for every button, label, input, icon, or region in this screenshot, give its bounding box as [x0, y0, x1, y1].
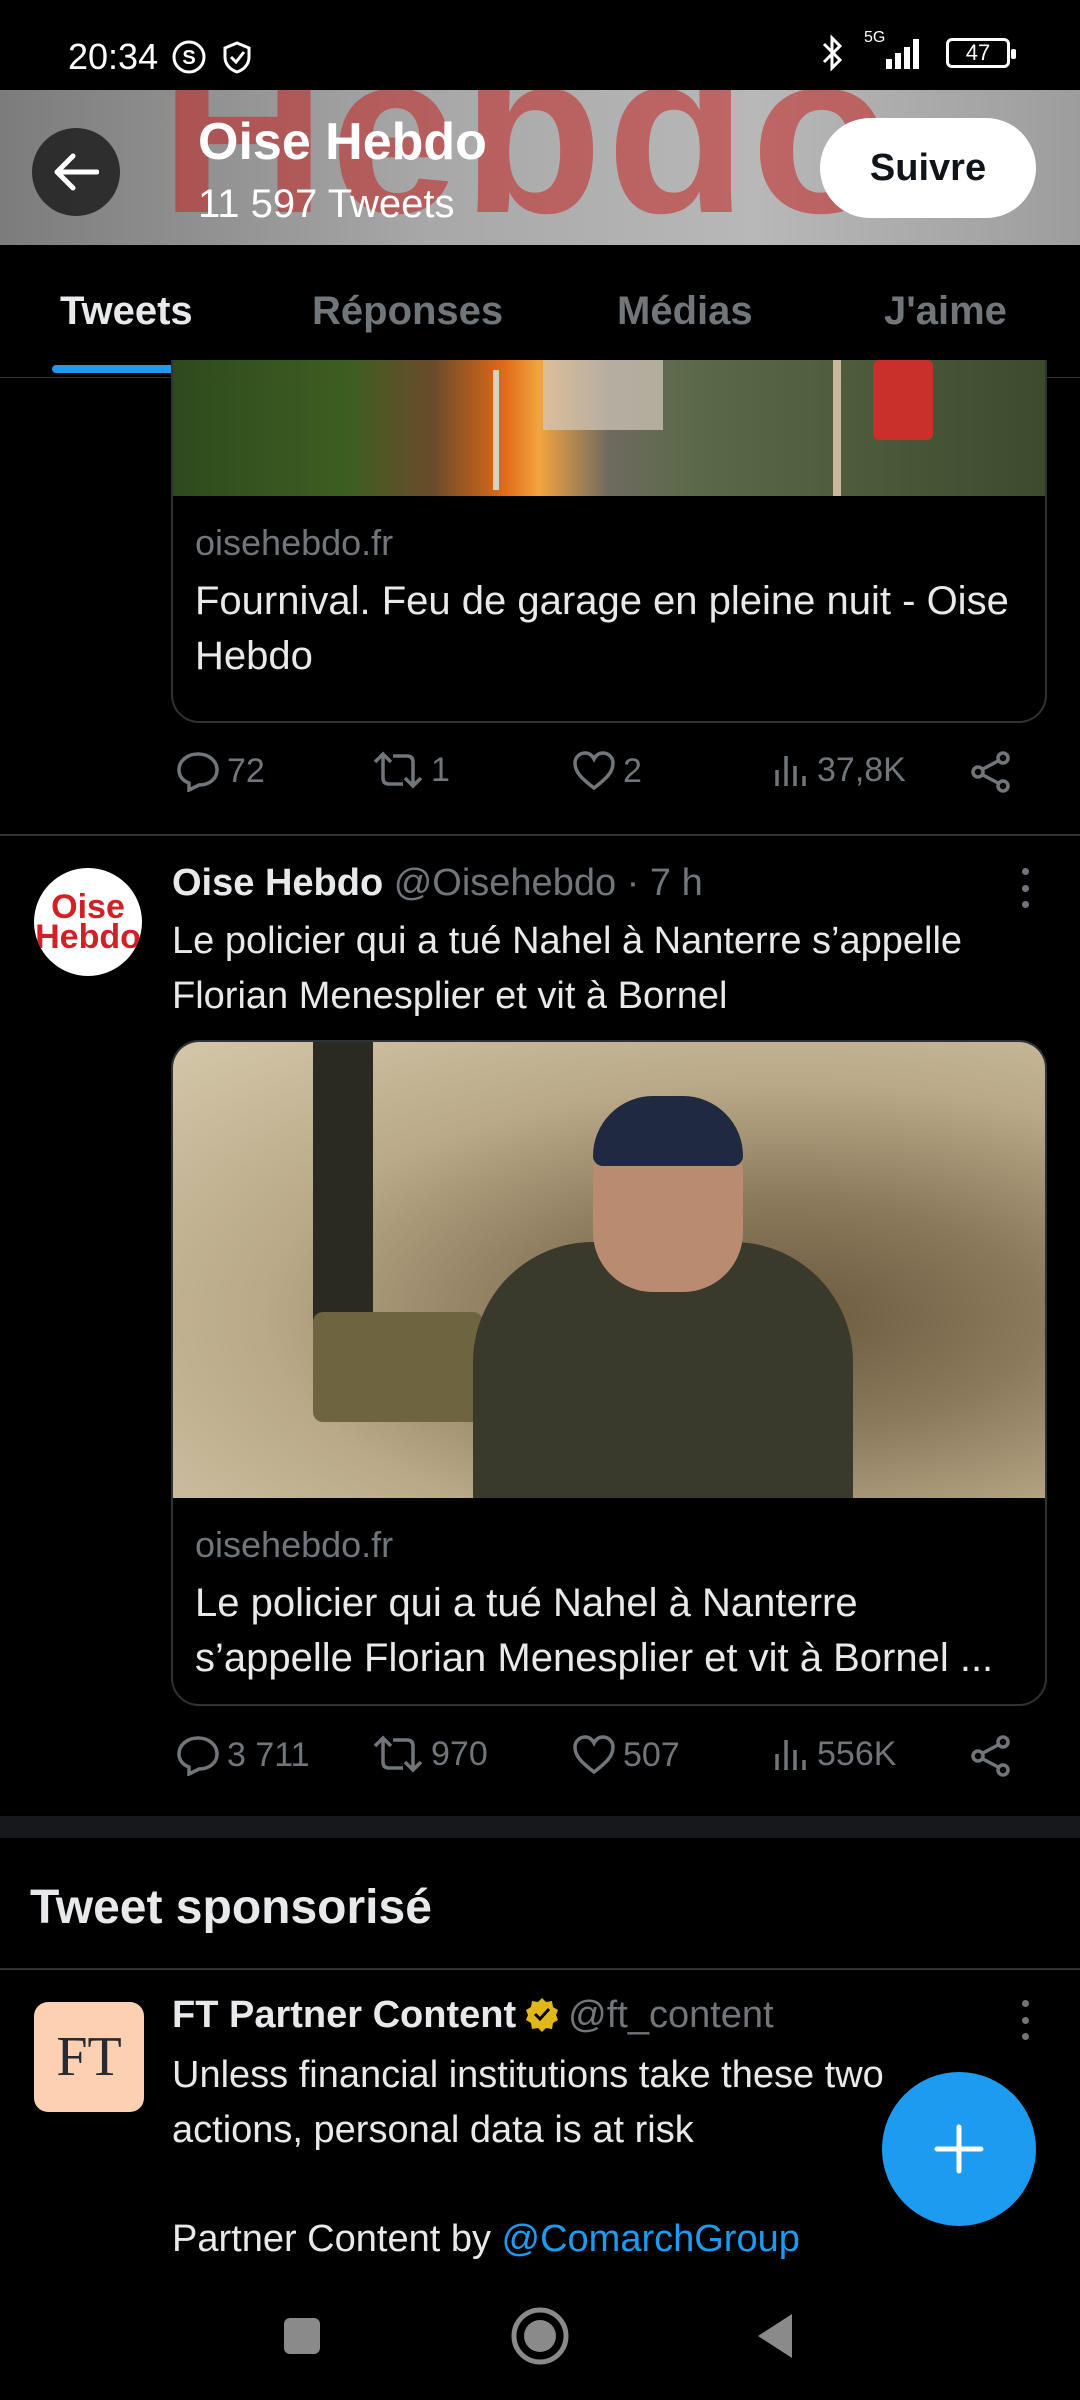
author-name[interactable]: Oise Hebdo [172, 862, 383, 904]
retweet-count: 1 [431, 750, 450, 789]
square-icon [284, 2318, 320, 2354]
retweet-icon [373, 751, 423, 789]
reply-button[interactable]: 3 711 [175, 1734, 310, 1776]
author-name[interactable]: FT Partner Content [172, 1994, 516, 2036]
more-options-button[interactable] [1022, 868, 1030, 908]
tweet-text: Le policier qui a tué Nahel à Nanterre s… [172, 920, 963, 1017]
circle-home-icon [511, 2307, 569, 2365]
bar-chart-icon [775, 1740, 806, 1770]
heart-icon [573, 751, 615, 791]
arrow-left-icon [54, 153, 99, 191]
views-button[interactable]: 556K [771, 1734, 896, 1774]
like-count: 507 [623, 1735, 680, 1774]
card-title: Fournival. Feu de garage en pleine nuit … [195, 579, 1009, 678]
reply-count: 3 711 [227, 1735, 310, 1774]
heart-icon [573, 1735, 615, 1775]
author-handle[interactable]: @ft_content [568, 1994, 773, 2036]
tweet-divider [0, 834, 1080, 836]
battery-level: 47 [965, 40, 991, 65]
tweet-actions: 3 711 970 507 556K [171, 1734, 1021, 1794]
triangle-back-icon [758, 2314, 792, 2358]
like-button[interactable]: 507 [571, 1734, 680, 1776]
shield-check-icon [223, 41, 251, 74]
card-image [173, 1042, 1045, 1498]
avatar-text-bottom: Hebdo [35, 918, 141, 956]
bluetooth-icon [822, 34, 843, 72]
tweet-count: 11 597 Tweets [198, 182, 455, 226]
avatar[interactable]: Oise Hebdo [34, 868, 142, 976]
tweet-header: FT Partner Content @ft_content [172, 1994, 774, 2037]
view-count: 37,8K [817, 750, 906, 789]
author-handle[interactable]: @Oisehebdo [394, 862, 616, 904]
bar-chart-icon [775, 756, 806, 786]
profile-name: Oise Hebdo [198, 113, 487, 171]
clock: 20:34 [68, 36, 159, 77]
compose-tweet-button[interactable] [882, 2072, 1036, 2226]
retweet-button[interactable]: 970 [371, 1734, 488, 1774]
card-domain: oisehebdo.fr [195, 1524, 394, 1565]
tab-media[interactable]: Médias [617, 289, 753, 334]
tweet-header: Oise Hebdo @Oisehebdo · 7 h [172, 862, 703, 905]
reply-button[interactable]: 72 [175, 750, 265, 792]
home-button[interactable] [510, 2306, 570, 2371]
link-card[interactable]: oisehebdo.fr Fournival. Feu de garage en… [171, 360, 1047, 723]
tweet-text: Unless financial institutions take these… [172, 2054, 884, 2151]
share-icon [971, 1735, 1010, 1777]
share-icon [971, 751, 1010, 793]
more-options-button[interactable] [1022, 2000, 1030, 2040]
partner-line: Partner Content by @ComarchGroup [172, 2212, 1052, 2267]
card-domain: oisehebdo.fr [195, 522, 394, 563]
share-button[interactable] [969, 750, 1013, 794]
retweet-icon [373, 1735, 423, 1773]
retweet-button[interactable]: 1 [371, 750, 450, 790]
reply-icon [177, 752, 219, 792]
reply-icon [177, 1736, 219, 1776]
avatar[interactable]: FT [34, 2002, 144, 2112]
profile-tabs: Tweets Réponses Médias J'aime [0, 245, 1080, 378]
verified-badge-icon [526, 1998, 559, 2032]
tab-replies[interactable]: Réponses [312, 289, 503, 334]
back-nav-button[interactable] [754, 2312, 796, 2365]
tab-tweets[interactable]: Tweets [60, 289, 193, 334]
reply-count: 72 [227, 751, 265, 790]
svg-text:S: S [182, 47, 195, 69]
profile-header: Hebdo Oise Hebdo 11 597 Tweets Suivre [0, 90, 1080, 245]
sponsored-heading: Tweet sponsorisé [30, 1881, 432, 1934]
partner-link[interactable]: @ComarchGroup [502, 2218, 800, 2260]
share-button[interactable] [969, 1734, 1013, 1778]
like-button[interactable]: 2 [571, 750, 642, 792]
section-divider [0, 1968, 1080, 1970]
tweet-actions: 72 1 2 37,8K [171, 750, 1021, 810]
partner-prefix: Partner Content by [172, 2218, 502, 2260]
section-separator [0, 1816, 1080, 1838]
link-card[interactable]: oisehebdo.fr Le policier qui a tué Nahel… [171, 1040, 1047, 1706]
view-count: 556K [817, 1734, 897, 1773]
plus-icon [934, 2124, 984, 2174]
tab-likes[interactable]: J'aime [884, 289, 1007, 334]
sync-icon: S [172, 40, 206, 74]
recent-apps-button[interactable] [282, 2316, 322, 2361]
views-button[interactable]: 37,8K [771, 750, 906, 790]
status-bar: 20:34 S 5G 47 [0, 0, 1080, 90]
retweet-count: 970 [431, 1734, 488, 1773]
card-image [173, 360, 1045, 496]
system-navigation-bar [0, 2276, 1080, 2400]
tweet-time: · 7 h [626, 862, 703, 904]
signal-icon: 5G [864, 29, 928, 71]
battery-indicator: 47 [946, 38, 1016, 68]
back-button[interactable] [32, 128, 120, 216]
follow-button[interactable]: Suivre [820, 118, 1036, 218]
like-count: 2 [623, 751, 642, 790]
card-title: Le policier qui a tué Nahel à Nanterre s… [195, 1581, 994, 1680]
